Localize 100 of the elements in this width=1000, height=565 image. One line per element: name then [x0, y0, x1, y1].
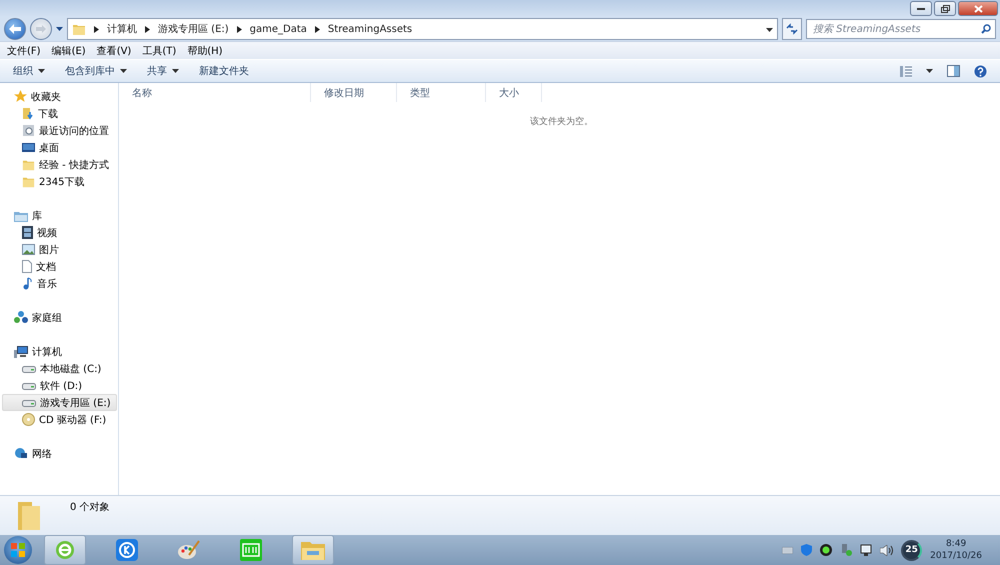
music-note-icon [22, 277, 33, 290]
sidebar-label: 文档 [36, 260, 56, 274]
sidebar-item[interactable]: 网络 [2, 445, 117, 462]
sidebar-label: 收藏夹 [31, 90, 61, 104]
folder-icon [22, 158, 35, 171]
sidebar-label: 计算机 [32, 346, 62, 358]
sidebar-item[interactable]: 收藏夹 [2, 88, 117, 105]
cd-drive-icon [22, 413, 35, 426]
search-icon [981, 24, 991, 34]
start-button[interactable] [4, 536, 32, 564]
sidebar-label: CD 驱动器 (F:) [39, 414, 106, 426]
folder-icon [300, 539, 326, 561]
minimize-icon [917, 8, 925, 10]
breadcrumb[interactable]: game_Data [250, 24, 307, 34]
refresh-button[interactable] [782, 18, 802, 40]
breadcrumb-arrow-icon[interactable] [236, 26, 242, 32]
sidebar-item[interactable]: 桌面 [2, 139, 117, 156]
back-button[interactable] [4, 18, 26, 40]
folder-icon [72, 22, 86, 36]
column-header[interactable]: 修改日期 [311, 83, 397, 102]
caret-icon[interactable] [56, 27, 63, 31]
empty-folder-message: 该文件夹为空。 [529, 116, 594, 128]
sidebar-item[interactable]: 软件 (D:) [2, 377, 117, 394]
tray-badge[interactable]: 25 [901, 540, 922, 560]
sidebar-label: 家庭组 [32, 312, 62, 324]
clock[interactable]: 8:49 2017/10/26 [930, 538, 982, 562]
status-dot-icon[interactable] [820, 544, 832, 556]
search-field[interactable]: 搜索 StreamingAssets [806, 19, 996, 39]
sidebar-label: 2345下载 [39, 176, 84, 188]
sidebar-label: 图片 [39, 244, 59, 256]
sidebar-label: 经验 - 快捷方式 [39, 158, 109, 172]
drive-icon [22, 381, 36, 390]
sidebar-label: 本地磁盘 (C:) [40, 362, 102, 376]
toolbar-button[interactable]: 共享 [147, 64, 179, 78]
sidebar-item[interactable]: 2345下载 [2, 173, 117, 190]
refresh-icon [786, 23, 798, 35]
minimize-button[interactable] [910, 1, 932, 16]
sidebar-label: 游戏专用區 (E:) [40, 396, 111, 410]
sidebar-item[interactable]: 本地磁盘 (C:) [2, 360, 117, 377]
paint-palette-icon [177, 539, 201, 561]
breadcrumb-arrow-icon[interactable] [94, 26, 99, 32]
desktop-icon [22, 142, 35, 153]
close-icon [974, 4, 982, 12]
windows-logo-icon [11, 543, 25, 557]
forward-arrow-icon [36, 25, 46, 33]
forward-button[interactable] [30, 18, 52, 40]
recent-places-icon [22, 124, 35, 137]
menu-item[interactable]: 文件(F) [7, 44, 41, 58]
sidebar-item[interactable]: 下载 [2, 105, 117, 122]
sidebar-item[interactable]: 最近访问的位置 [2, 122, 117, 139]
breadcrumb[interactable]: StreamingAssets [328, 24, 412, 34]
sidebar-item[interactable]: 音乐 [2, 275, 117, 292]
preview-pane-icon[interactable] [947, 65, 960, 77]
restore-icon [940, 4, 950, 12]
drive-icon [22, 364, 36, 373]
menu-item[interactable]: 查看(V) [96, 44, 132, 58]
video-player-icon [240, 539, 262, 561]
caret-icon [926, 69, 933, 73]
taskbar-button[interactable] [44, 535, 86, 565]
sidebar-label: 网络 [32, 448, 52, 460]
sidebar-label: 桌面 [39, 142, 59, 154]
sidebar-item[interactable]: 视频 [2, 224, 117, 241]
sidebar-label: 音乐 [37, 278, 57, 290]
breadcrumb-arrow-icon[interactable] [314, 26, 320, 32]
sidebar-item[interactable]: 文档 [2, 258, 117, 275]
breadcrumb[interactable]: 游戏专用區 (E:) [158, 22, 229, 36]
menu-item[interactable]: 编辑(E) [52, 44, 86, 58]
address-bar[interactable]: 计算机 游戏专用區 (E:) game_Data StreamingAssets [67, 18, 778, 40]
sidebar-label: 视频 [37, 226, 57, 240]
sidebar-item[interactable]: 经验 - 快捷方式 [2, 156, 117, 173]
menu-item[interactable]: 帮助(H) [187, 44, 223, 58]
sidebar-item[interactable]: 图片 [2, 241, 117, 258]
download-folder-icon [22, 107, 34, 120]
restore-button[interactable] [934, 1, 956, 16]
menu-item[interactable]: 工具(T) [142, 44, 176, 58]
close-button[interactable] [958, 1, 998, 16]
column-header[interactable]: 大小 [486, 83, 542, 102]
library-icon [14, 210, 28, 222]
toolbar-button[interactable]: 新建文件夹 [199, 64, 249, 78]
breadcrumb-arrow-icon[interactable] [145, 26, 150, 32]
toolbar-button[interactable]: 包含到库中 [65, 64, 127, 78]
sidebar-label: 最近访问的位置 [39, 124, 109, 138]
sidebar-item[interactable]: CD 驱动器 (F:) [2, 411, 117, 428]
sidebar-item[interactable]: 库 [2, 207, 117, 224]
column-header[interactable]: 类型 [397, 83, 486, 102]
help-icon[interactable] [974, 64, 987, 78]
computer-icon [14, 346, 28, 358]
picture-icon [22, 244, 35, 255]
view-list-icon[interactable] [900, 66, 912, 76]
sidebar-item[interactable]: 家庭组 [2, 309, 117, 326]
breadcrumb[interactable]: 计算机 [107, 22, 137, 36]
volume-icon[interactable] [880, 544, 894, 556]
sidebar-item[interactable]: 游戏专用區 (E:) [2, 394, 117, 411]
toolbar-button[interactable]: 组织 [13, 64, 45, 78]
star-icon [14, 90, 27, 103]
column-header[interactable]: 名称 [119, 83, 311, 102]
sidebar-label: 库 [32, 210, 42, 222]
folder-icon [22, 175, 35, 188]
caret-icon [766, 28, 773, 32]
sidebar-item[interactable]: 计算机 [2, 343, 117, 360]
